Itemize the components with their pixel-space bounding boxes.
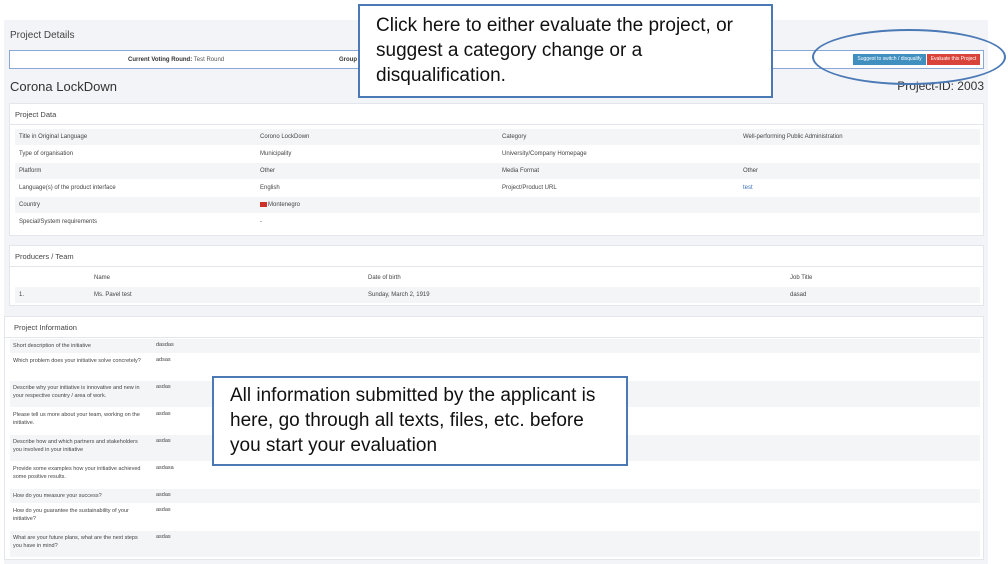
voting-round-value: Test Round [193,57,225,63]
info-row: How do you guarantee the sustainability … [13,507,171,522]
info-row: Short description of the initiative dasd… [10,339,980,353]
group-label: Group [339,57,357,63]
producers-header-row: Name Date of birth Job Title [94,275,813,281]
highlight-ellipse [812,29,1006,85]
info-row: What are your future plans, what are the… [10,531,980,557]
table-row: Platform Other Media Format Other [15,163,980,179]
table-row: 1. Ms. Pavel test Sunday, March 2, 1919 … [15,287,980,303]
producers-title: Producers / Team [15,252,74,261]
voting-round-label: Current Voting Round: [128,57,193,63]
project-info-title: Project Information [14,323,77,332]
table-row: Language(s) of the product interface Eng… [19,185,753,191]
voting-round-info: Current Voting Round: Test Round [128,57,224,63]
table-row: Country Montenegro [15,197,980,213]
table-row: Title in Original Language Corono LockDo… [15,129,980,145]
montenegro-flag-icon [260,202,267,207]
callout-information-hint: All information submitted by the applica… [212,376,628,466]
producers-panel: Producers / Team Name Date of birth Job … [9,245,984,306]
callout-evaluate-hint: Click here to either evaluate the projec… [358,4,773,98]
project-url-link[interactable]: test [743,185,753,191]
table-row: Special/System requirements - [19,219,262,225]
table-row: Type of organisation Municipality Univer… [19,151,587,157]
project-data-title: Project Data [15,110,57,119]
info-row: How do you measure your success? asdas [10,489,980,503]
page-title: Project Details [10,30,75,41]
project-name: Corona LockDown [10,79,117,94]
project-data-panel: Project Data Title in Original Language … [9,103,984,236]
country-value: Montenegro [260,202,300,208]
